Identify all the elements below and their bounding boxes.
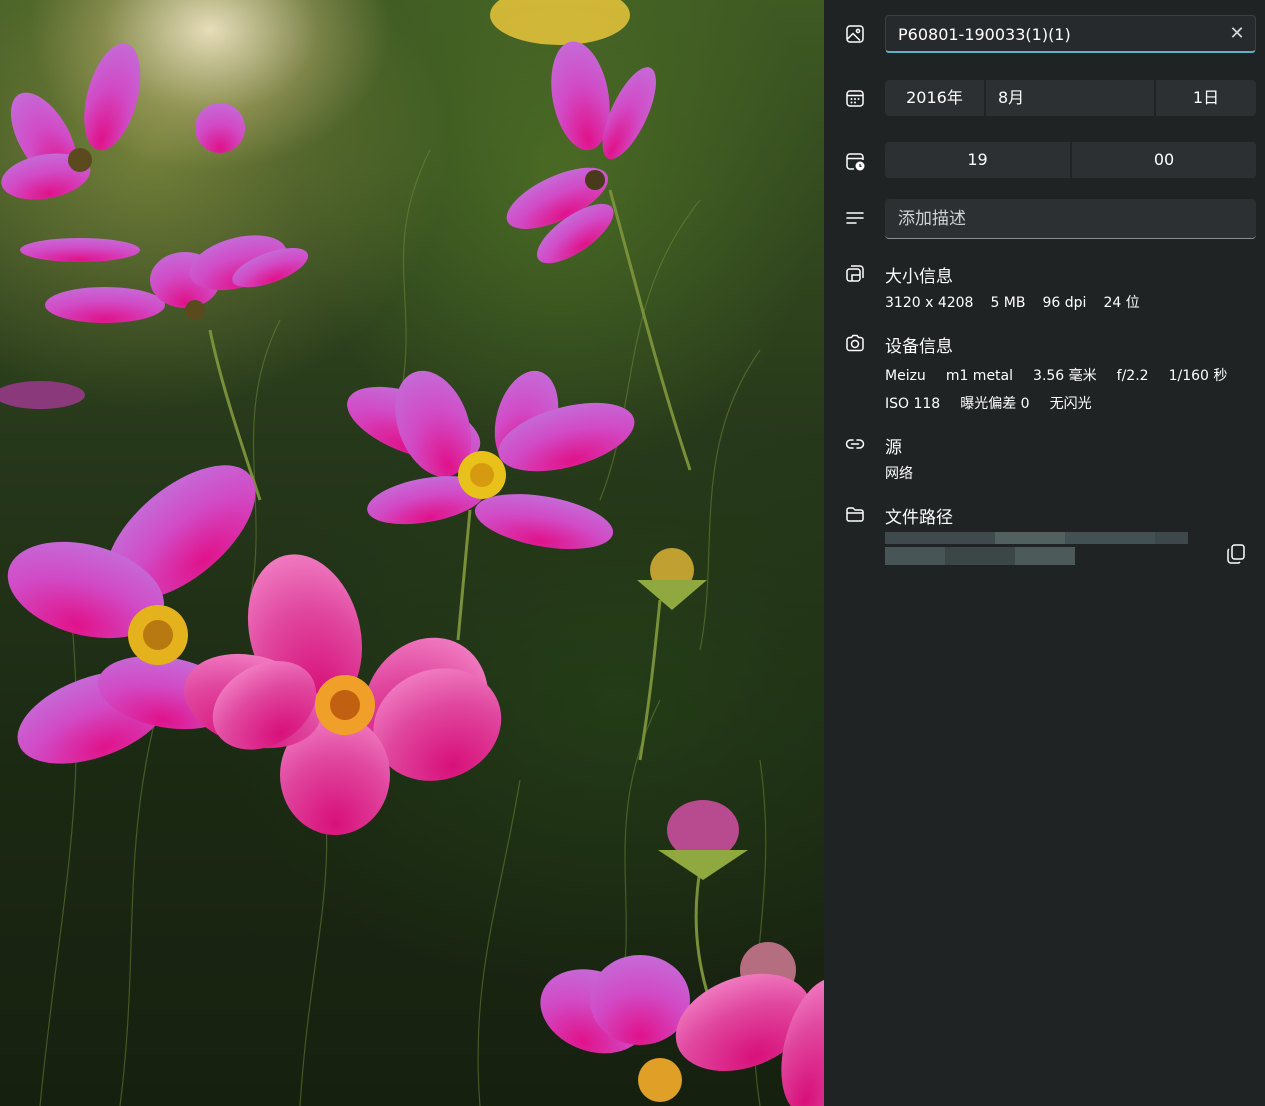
dpi: 96 dpi <box>1042 295 1087 311</box>
hour-segment[interactable]: 19 <box>885 142 1070 178</box>
date-picker[interactable]: 2016年 8月 1日 <box>885 80 1256 116</box>
size-info-values: 3120 x 4208 5 MB 96 dpi 24 位 <box>885 292 1157 312</box>
source-value: 网络 <box>885 466 913 482</box>
cosmos-flowers-image <box>0 0 824 1106</box>
photo-preview[interactable] <box>0 0 824 1106</box>
focal-length: 3.56 毫米 <box>1033 368 1097 384</box>
camera-icon <box>844 332 866 354</box>
copy-icon[interactable] <box>1224 542 1248 566</box>
device-info-row2: ISO 118 曝光偏差 0 无闪光 <box>885 393 1109 413</box>
day-segment[interactable]: 1日 <box>1156 80 1256 116</box>
size-info-heading: 大小信息 <box>885 267 953 287</box>
device-info-row1: Meizu m1 metal 3.56 毫米 f/2.2 1/160 秒 <box>885 365 1244 385</box>
calendar-clock-icon <box>844 150 866 172</box>
month-segment[interactable]: 8月 <box>986 80 1154 116</box>
aperture: f/2.2 <box>1116 368 1149 384</box>
image-size-icon <box>844 262 866 284</box>
description-input[interactable]: 添加描述 <box>885 199 1256 239</box>
folder-icon <box>844 503 866 525</box>
file-path-heading: 文件路径 <box>885 508 953 528</box>
exposure-time: 1/160 秒 <box>1168 368 1228 384</box>
calendar-icon <box>844 87 866 109</box>
info-panel: ✕ 2016年 8月 1日 19 00 添加 <box>824 0 1265 1106</box>
clear-icon[interactable]: ✕ <box>1227 24 1247 44</box>
camera-make: Meizu <box>885 368 926 384</box>
source-heading: 源 <box>885 438 902 458</box>
device-info-heading: 设备信息 <box>885 337 953 357</box>
link-icon <box>844 433 866 455</box>
flash: 无闪光 <box>1049 396 1092 412</box>
file-size: 5 MB <box>990 295 1026 311</box>
dimensions: 3120 x 4208 <box>885 295 974 311</box>
time-picker[interactable]: 19 00 <box>885 142 1256 178</box>
camera-model: m1 metal <box>945 368 1014 384</box>
exposure-bias: 曝光偏差 0 <box>960 396 1030 412</box>
image-icon <box>844 23 866 45</box>
iso: ISO 118 <box>885 396 941 412</box>
year-segment[interactable]: 2016年 <box>885 80 984 116</box>
flower <box>506 41 656 264</box>
title-input[interactable] <box>898 16 1218 52</box>
text-lines-icon <box>844 208 866 230</box>
title-field[interactable]: ✕ <box>885 15 1256 53</box>
minute-segment[interactable]: 00 <box>1072 142 1256 178</box>
bit-depth: 24 位 <box>1103 295 1140 311</box>
